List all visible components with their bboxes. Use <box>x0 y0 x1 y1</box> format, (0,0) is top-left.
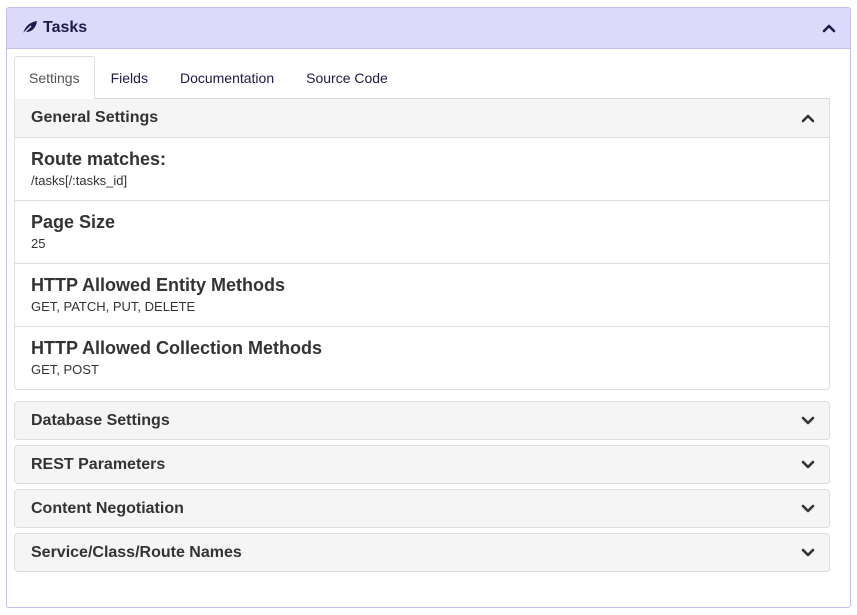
chevron-down-icon[interactable] <box>801 458 815 472</box>
rest-parameters-title: REST Parameters <box>31 455 166 473</box>
general-settings-header[interactable]: General Settings <box>15 99 829 137</box>
setting-row-page-size: Page Size 25 <box>15 200 829 263</box>
setting-name: HTTP Allowed Collection Methods <box>31 338 323 358</box>
panel-title: Tasks <box>43 19 88 36</box>
rest-parameters-header[interactable]: REST Parameters <box>14 445 830 484</box>
setting-value: 25 <box>31 236 46 251</box>
tab-documentation[interactable]: Documentation <box>164 56 290 99</box>
chevron-up-icon[interactable] <box>801 111 815 125</box>
tab-settings[interactable]: Settings <box>14 56 95 100</box>
chevron-down-icon[interactable] <box>801 414 815 428</box>
service-names-title: Service/Class/Route Names <box>31 543 242 561</box>
setting-name: Page Size <box>31 212 116 232</box>
setting-value: GET, POST <box>31 362 99 377</box>
tab-fields[interactable]: Fields <box>95 56 164 99</box>
setting-name: HTTP Allowed Entity Methods <box>31 275 286 295</box>
panel-header[interactable]: Tasks <box>7 8 850 49</box>
setting-row-collection-methods: HTTP Allowed Collection Methods GET, POS… <box>15 326 829 389</box>
tab-source-code[interactable]: Source Code <box>290 56 404 99</box>
setting-value: /tasks[/:tasks_id] <box>31 173 128 188</box>
chevron-down-icon[interactable] <box>801 546 815 560</box>
general-settings-title: General Settings <box>31 109 159 126</box>
chevron-up-icon[interactable] <box>822 21 836 35</box>
database-settings-header[interactable]: Database Settings <box>14 401 830 440</box>
database-settings-title: Database Settings <box>31 411 170 429</box>
setting-value: GET, PATCH, PUT, DELETE <box>31 299 196 314</box>
content-negotiation-header[interactable]: Content Negotiation <box>14 489 830 528</box>
general-settings-section: General Settings Route matches: /tasks[/… <box>14 99 830 390</box>
setting-row-route: Route matches: /tasks[/:tasks_id] <box>15 137 829 200</box>
setting-row-entity-methods: HTTP Allowed Entity Methods GET, PATCH, … <box>15 263 829 326</box>
leaf-icon <box>21 19 39 37</box>
service-names-header[interactable]: Service/Class/Route Names <box>14 533 830 572</box>
tab-bar: Settings Fields Documentation Source Cod… <box>14 56 830 100</box>
setting-name: Route matches: <box>31 149 167 169</box>
chevron-down-icon[interactable] <box>801 502 815 516</box>
content-negotiation-title: Content Negotiation <box>31 499 184 517</box>
